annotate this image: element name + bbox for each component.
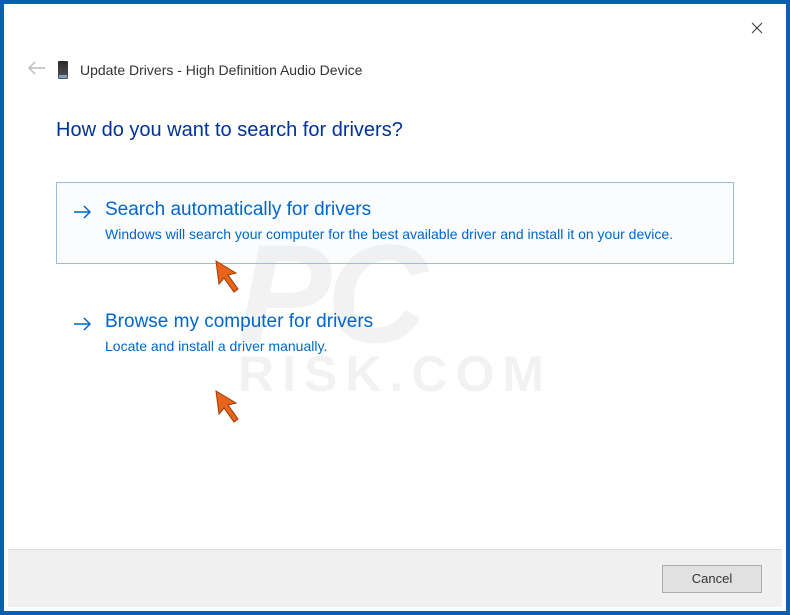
header: Update Drivers - High Definition Audio D…	[28, 59, 362, 80]
arrow-right-icon	[73, 315, 91, 336]
back-arrow-icon[interactable]	[28, 59, 46, 80]
dialog-window: PCRISK.COM Update Drivers - High Definit…	[0, 0, 790, 615]
cancel-button[interactable]: Cancel	[662, 565, 762, 593]
option-browse-computer[interactable]: Browse my computer for drivers Locate an…	[56, 294, 734, 376]
footer: Cancel	[8, 549, 782, 607]
option-title: Browse my computer for drivers	[105, 311, 715, 333]
close-button[interactable]	[732, 10, 782, 46]
option-description: Windows will search your computer for th…	[105, 225, 715, 245]
option-title: Search automatically for drivers	[105, 199, 715, 221]
titlebar	[732, 8, 782, 48]
option-search-automatically[interactable]: Search automatically for drivers Windows…	[56, 182, 734, 264]
close-icon	[751, 22, 763, 34]
content-area: How do you want to search for drivers? S…	[56, 119, 734, 405]
page-heading: How do you want to search for drivers?	[56, 119, 734, 142]
device-icon	[58, 61, 68, 79]
option-description: Locate and install a driver manually.	[105, 337, 715, 357]
arrow-right-icon	[73, 203, 91, 224]
window-title: Update Drivers - High Definition Audio D…	[80, 62, 362, 78]
